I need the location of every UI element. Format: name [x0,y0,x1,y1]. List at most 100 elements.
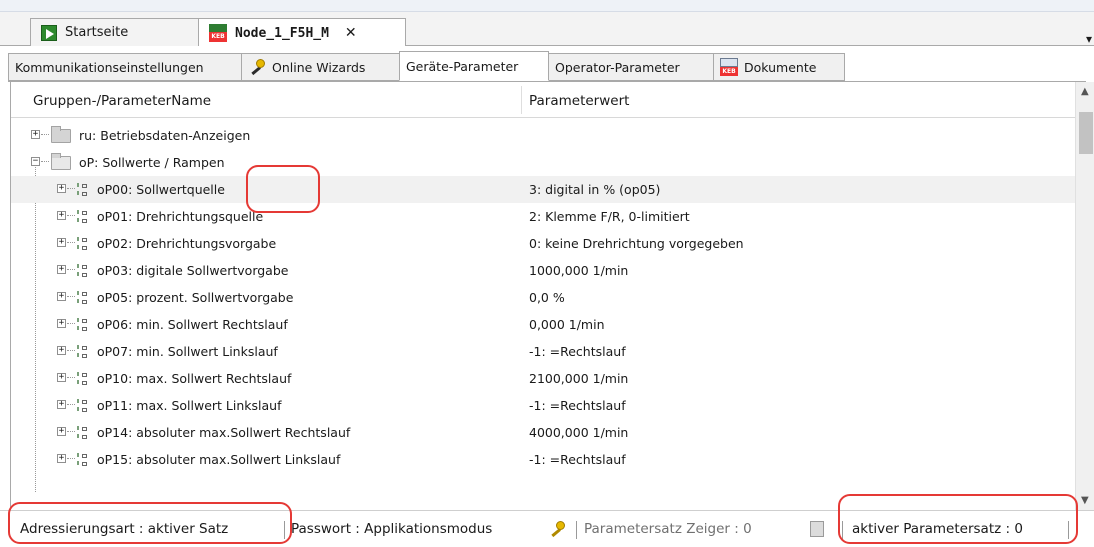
toolbar-strip [0,0,1094,12]
parameter-icon [77,262,89,280]
tab-node-label: Node_1_F5H_M [235,25,329,41]
status-parametersatz-zeiger: Parametersatz Zeiger : 0 [584,521,752,537]
tab-online-wizards[interactable]: Online Wizards [241,53,400,81]
parameter-icon [77,208,89,226]
expand-icon[interactable]: + [57,265,66,274]
param-name: oP00: Sollwertquelle [97,182,225,197]
param-row[interactable]: + oP07: min. Sollwert Linkslauf -1: =Rec… [11,338,1075,365]
param-row[interactable]: + oP05: prozent. Sollwertvorgabe 0,0 % [11,284,1075,311]
param-row[interactable]: + oP14: absoluter max.Sollwert Rechtslau… [11,419,1075,446]
tab-geraete-parameter-label: Geräte-Parameter [406,58,519,74]
param-value[interactable]: 0,000 1/min [529,317,605,332]
parameter-icon [77,289,89,307]
param-value[interactable]: 1000,000 1/min [529,263,628,278]
group-row-op[interactable]: − oP: Sollwerte / Rampen [11,149,1075,176]
status-adressierungsart: Adressierungsart : aktiver Satz [20,521,229,537]
expand-icon[interactable]: + [57,454,66,463]
param-name: oP05: prozent. Sollwertvorgabe [97,290,294,305]
collapse-icon[interactable]: − [31,157,40,166]
param-name: oP06: min. Sollwert Rechtslauf [97,317,288,332]
expand-icon[interactable]: + [57,400,66,409]
keb-manual-icon: KEB [720,58,738,76]
param-name: oP10: max. Sollwert Rechtslauf [97,371,292,386]
group-row-ru[interactable]: + ru: Betriebsdaten-Anzeigen [11,122,1075,149]
expand-icon[interactable]: + [57,373,66,382]
start-arrow-icon [41,24,57,41]
property-tab-bar: Kommunikationseinstellungen Online Wizar… [0,46,1094,82]
keb-device-icon: KEB [209,24,227,42]
expand-icon[interactable]: + [31,130,40,139]
scroll-up-icon[interactable]: ▲ [1081,86,1089,97]
param-value[interactable]: 0,0 % [529,290,565,305]
param-value[interactable]: -1: =Rechtslauf [529,398,626,413]
param-row[interactable]: + oP15: absoluter max.Sollwert Linkslauf… [11,446,1075,473]
parameter-icon [77,424,89,442]
param-row[interactable]: + oP11: max. Sollwert Linkslauf -1: =Rec… [11,392,1075,419]
param-row[interactable]: + oP10: max. Sollwert Rechtslauf 2100,00… [11,365,1075,392]
parameter-icon [77,397,89,415]
tab-operator-parameter[interactable]: Operator-Parameter [548,53,714,81]
column-header-name[interactable]: Gruppen-/ParameterName [33,93,211,109]
column-header: Gruppen-/ParameterName Parameterwert [11,82,1075,118]
password-key-icon[interactable] [548,520,566,538]
wizard-key-icon [248,58,266,76]
parameter-icon [77,316,89,334]
expand-icon[interactable]: + [57,238,66,247]
tab-operator-parameter-label: Operator-Parameter [555,59,680,75]
expand-icon[interactable]: + [57,427,66,436]
parameter-tree: + ru: Betriebsdaten-Anzeigen − oP: Sollw… [11,122,1075,510]
param-name: oP14: absoluter max.Sollwert Rechtslauf [97,425,351,440]
chevron-down-icon[interactable]: ▾ [1086,32,1092,46]
tab-node[interactable]: KEB Node_1_F5H_M ✕ [198,18,406,47]
scroll-thumb[interactable] [1079,112,1093,154]
param-row[interactable]: + oP03: digitale Sollwertvorgabe 1000,00… [11,257,1075,284]
parameter-panel: Gruppen-/ParameterName Parameterwert + r… [10,82,1094,510]
document-icon [810,521,824,537]
param-value[interactable]: 0: keine Drehrichtung vorgegeben [529,236,744,251]
param-value[interactable]: 2: Klemme F/R, 0-limitiert [529,209,690,224]
expand-icon[interactable]: + [57,184,66,193]
param-name: oP15: absoluter max.Sollwert Linkslauf [97,452,341,467]
tab-startseite-label: Startseite [65,25,129,40]
parameter-icon [77,451,89,469]
param-row[interactable]: + oP01: Drehrichtungsquelle 2: Klemme F/… [11,203,1075,230]
param-name: oP11: max. Sollwert Linkslauf [97,398,282,413]
scroll-down-icon[interactable]: ▼ [1081,495,1089,506]
parameter-icon [77,370,89,388]
tab-startseite[interactable]: Startseite [30,18,200,46]
param-name: oP01: Drehrichtungsquelle [97,209,264,224]
close-icon[interactable]: ✕ [345,25,357,41]
group-label: ru: Betriebsdaten-Anzeigen [79,128,251,143]
tab-dokumente-label: Dokumente [744,59,817,75]
param-row[interactable]: + oP02: Drehrichtungsvorgabe 0: keine Dr… [11,230,1075,257]
param-name: oP07: min. Sollwert Linkslauf [97,344,278,359]
tab-dokumente[interactable]: KEB Dokumente [713,53,845,81]
status-passwort: Passwort : Applikationsmodus [291,521,493,537]
param-row[interactable]: + oP06: min. Sollwert Rechtslauf 0,000 1… [11,311,1075,338]
tab-online-wizards-label: Online Wizards [272,59,366,75]
param-value[interactable]: -1: =Rechtslauf [529,452,626,467]
expand-icon[interactable]: + [57,319,66,328]
param-value[interactable]: -1: =Rechtslauf [529,344,626,359]
expand-icon[interactable]: + [57,292,66,301]
param-value[interactable]: 4000,000 1/min [529,425,628,440]
param-name: oP02: Drehrichtungsvorgabe [97,236,277,251]
status-aktiver-parametersatz: aktiver Parametersatz : 0 [852,521,1023,537]
param-name: oP03: digitale Sollwertvorgabe [97,263,289,278]
open-folder-icon [51,153,71,170]
tab-geraete-parameter[interactable]: Geräte-Parameter [399,51,549,81]
column-header-value[interactable]: Parameterwert [529,93,629,109]
tab-kommunikation-label: Kommunikationseinstellungen [15,59,204,75]
parameter-icon [77,343,89,361]
param-value[interactable]: 3: digital in % (op05) [529,182,660,197]
param-value[interactable]: 2100,000 1/min [529,371,628,386]
document-tab-bar: Startseite KEB Node_1_F5H_M ✕ ▾ [0,12,1094,47]
tab-kommunikation[interactable]: Kommunikationseinstellungen [8,53,242,81]
expand-icon[interactable]: + [57,346,66,355]
parameter-icon [77,181,89,199]
vertical-scrollbar[interactable]: ▲ ▼ [1075,82,1094,510]
param-row[interactable]: + oP00: Sollwertquelle 3: digital in % (… [11,176,1075,203]
folder-icon [51,126,71,143]
status-bar: Adressierungsart : aktiver Satz Passwort… [0,510,1094,547]
expand-icon[interactable]: + [57,211,66,220]
